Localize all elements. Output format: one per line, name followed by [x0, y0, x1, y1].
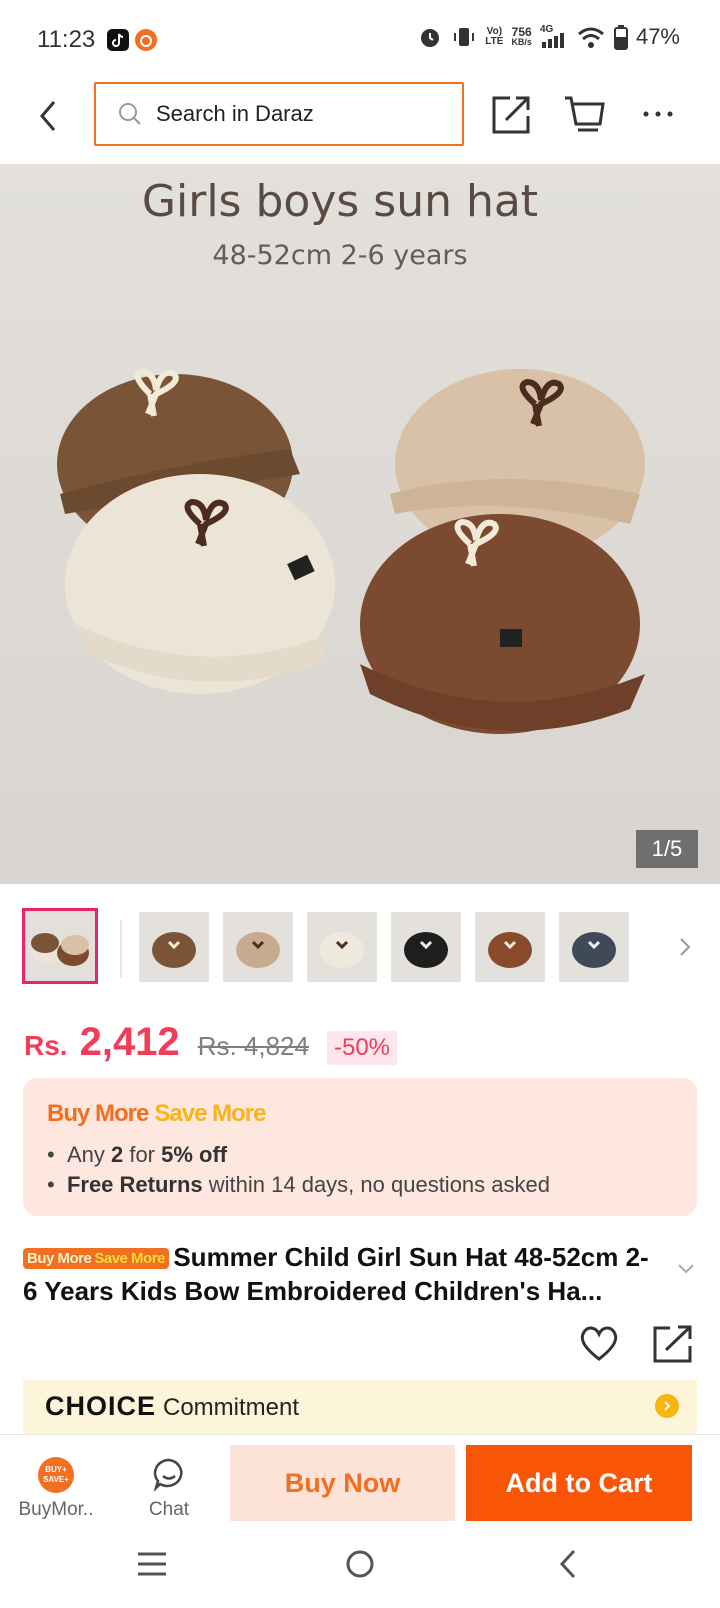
search-input[interactable]: [154, 100, 448, 128]
back-arrow-icon: [40, 101, 56, 131]
thumbnail-separator: [120, 920, 122, 978]
wishlist-heart-icon[interactable]: [578, 1324, 620, 1362]
tiktok-icon: [107, 29, 129, 51]
thumbnail-5[interactable]: [391, 912, 461, 982]
buy-now-button[interactable]: Buy Now: [230, 1445, 455, 1521]
add-to-cart-button[interactable]: Add to Cart: [466, 1445, 692, 1521]
home-icon[interactable]: [344, 1548, 376, 1580]
signal-icon: 4G: [540, 24, 568, 50]
bottom-action-bar: BUY+ SAVE+ BuyMor.. Chat Buy Now Add to C…: [0, 1434, 720, 1525]
more-button[interactable]: [636, 92, 680, 136]
promo-heading: Buy More Save More: [47, 1100, 266, 1127]
hats-illustration: [57, 368, 645, 734]
thumbnail-7[interactable]: [559, 912, 629, 982]
thumbnail-2[interactable]: [139, 912, 209, 982]
more-icon: [643, 111, 673, 117]
top-nav: [0, 80, 720, 164]
back-button[interactable]: [28, 96, 68, 136]
chat-button[interactable]: Chat: [134, 1457, 204, 1521]
chevron-right-icon[interactable]: [678, 936, 692, 958]
share-icon: [492, 96, 530, 134]
buymore-badge-icon: BUY+ SAVE+: [38, 1457, 74, 1493]
price-row: Rs. 2,412 Rs. 4,824 -50%: [24, 1020, 398, 1070]
product-image[interactable]: Girls boys sun hat 48-52cm 2-6 years 1/5: [0, 164, 720, 884]
thumbnail-strip: [0, 908, 720, 990]
product-title: Buy More Save More Summer Child Girl Sun …: [23, 1242, 649, 1306]
choice-logo: CHOICE: [45, 1391, 157, 1421]
battery-percent: 47%: [635, 24, 680, 49]
thumbnail-6[interactable]: [475, 912, 545, 982]
buy-more-badge: Buy More Save More: [23, 1248, 169, 1269]
promo-line-returns: • Free Returns within 14 days, no questi…: [47, 1172, 550, 1197]
thumbnail-1[interactable]: [22, 908, 98, 984]
search-icon: [119, 103, 141, 125]
share-product-icon[interactable]: [652, 1324, 694, 1364]
vibrate-icon: [454, 28, 475, 46]
buymore-button[interactable]: BUY+ SAVE+ BuyMor..: [14, 1457, 98, 1521]
choice-commitment[interactable]: CHOICE Commitment: [23, 1380, 697, 1434]
network-speed: 756 KB/s: [511, 25, 532, 47]
system-back-icon[interactable]: [556, 1548, 580, 1580]
status-bar: 11:23 Vo) LTE 756 KB/s 4G 47%: [0, 0, 720, 80]
chevron-right-circle-icon: [655, 1394, 679, 1418]
price-current: 2,412: [79, 1020, 180, 1064]
thumbnail-3[interactable]: [223, 912, 293, 982]
thumbnail-4[interactable]: [307, 912, 377, 982]
search-box[interactable]: [94, 82, 464, 146]
app-notification-icon: [135, 29, 157, 51]
battery-icon: [613, 25, 628, 50]
wifi-icon: [577, 27, 604, 48]
status-time: 11:23: [37, 26, 96, 53]
volte-indicator: Vo) LTE: [485, 26, 504, 47]
promo-line-offer: • Any 2 for 5% off: [47, 1142, 228, 1167]
cart-icon: [565, 96, 605, 132]
promo-box[interactable]: Buy More Save More • Any 2 for 5% off • F…: [23, 1078, 697, 1216]
status-icons: Vo) LTE 756 KB/s 4G 47%: [417, 24, 680, 50]
cart-button[interactable]: [562, 92, 606, 136]
discount-badge: -50%: [326, 1031, 398, 1065]
system-nav-bar: [0, 1524, 720, 1608]
alarm-icon: [421, 29, 440, 47]
chat-icon: [153, 1458, 183, 1491]
recent-apps-icon[interactable]: [136, 1550, 168, 1578]
image-counter: 1/5: [636, 830, 698, 868]
choice-label: Commitment: [163, 1394, 300, 1421]
price-original: Rs. 4,824: [197, 1031, 309, 1061]
share-button[interactable]: [490, 92, 534, 136]
price-currency: Rs.: [24, 1030, 68, 1061]
chevron-down-icon[interactable]: [676, 1262, 696, 1276]
